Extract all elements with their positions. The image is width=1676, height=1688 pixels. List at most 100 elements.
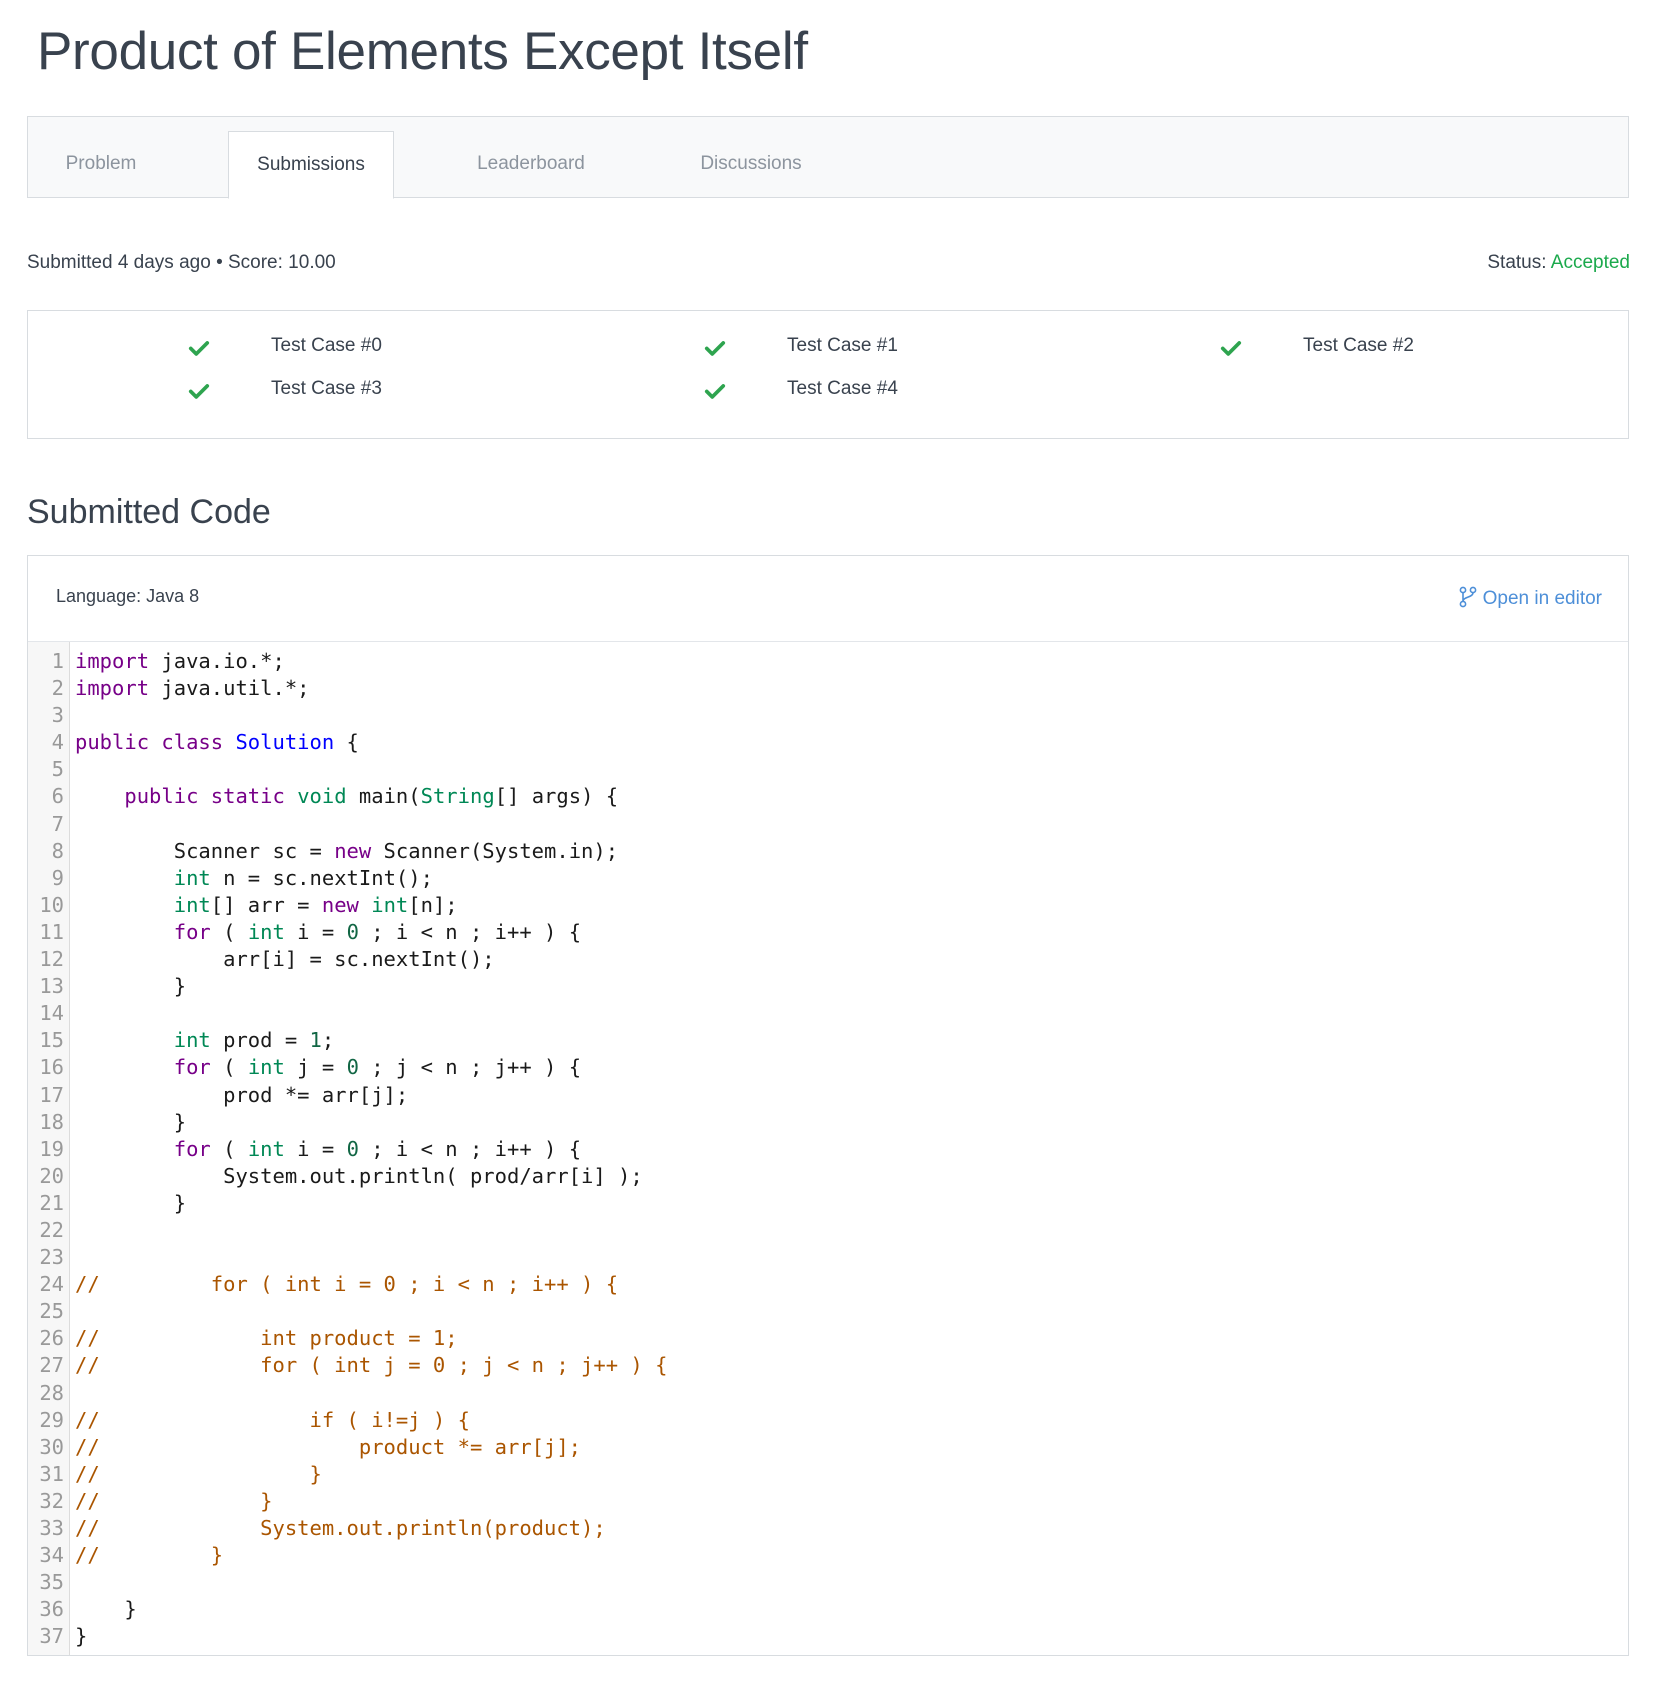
- test-case-label: Test Case #4: [787, 378, 898, 399]
- code-text: }: [75, 974, 187, 999]
- code-line: 6 public static void main(String[] args)…: [28, 783, 1628, 810]
- code-line: 22: [28, 1217, 1628, 1244]
- code-line: 18 }: [28, 1109, 1628, 1136]
- tab-discussions[interactable]: Discussions: [668, 131, 834, 199]
- line-number: 7: [51, 811, 64, 836]
- line-number: 26: [39, 1326, 64, 1351]
- code-line: 28: [28, 1380, 1628, 1407]
- code-line: 27 // for ( int j = 0 ; j < n ; j++ ) {: [28, 1352, 1628, 1379]
- code-line: 10 int[] arr = new int[n];: [28, 892, 1628, 919]
- line-number: 24: [39, 1272, 64, 1297]
- line-number: 8: [51, 838, 64, 863]
- code-line: 4 public class Solution {: [28, 729, 1628, 756]
- code-line: 14: [28, 1000, 1628, 1027]
- code-text: // for ( int j = 0 ; j < n ; j++ ) {: [75, 1353, 668, 1378]
- code-line: 36 }: [28, 1596, 1628, 1623]
- line-number: 9: [51, 865, 64, 890]
- line-number: 28: [39, 1380, 64, 1405]
- open-in-editor-link[interactable]: Open in editor: [1459, 586, 1602, 610]
- code-text: for ( int i = 0 ; i < n ; i++ ) {: [173, 1136, 582, 1161]
- code-line: 31 // }: [28, 1461, 1628, 1488]
- code-text: }: [75, 1624, 88, 1649]
- code-text: public class Solution {: [75, 730, 359, 755]
- test-case-label: Test Case #3: [271, 378, 382, 399]
- line-number: 31: [39, 1461, 64, 1486]
- code-line: 12 arr[i] = sc.nextInt();: [28, 946, 1628, 973]
- code-text: }: [75, 1597, 137, 1622]
- line-number: 20: [39, 1163, 64, 1188]
- code-text: // System.out.println(product);: [75, 1516, 606, 1540]
- code-line: 35: [28, 1569, 1628, 1596]
- code-text: // }: [75, 1488, 273, 1513]
- code-text: // product *= arr[j];: [75, 1434, 582, 1459]
- code-line: 15 int prod = 1;: [28, 1027, 1628, 1054]
- code-text: for ( int j = 0 ; j < n ; j++ ) {: [173, 1055, 582, 1080]
- line-number: 18: [39, 1109, 64, 1134]
- code-line: 13 }: [28, 973, 1628, 1000]
- line-number: 15: [39, 1028, 64, 1053]
- code-panel-header: Language: Java 8 Open in editor: [28, 556, 1628, 642]
- code-line: 29 // if ( i!=j ) {: [28, 1407, 1628, 1434]
- line-number: 12: [39, 947, 64, 972]
- code-line: 37}: [28, 1623, 1628, 1650]
- code-text: public static void main(String[] args) {: [124, 784, 619, 809]
- test-case-label: Test Case #2: [1303, 335, 1414, 356]
- test-case-label: Test Case #1: [787, 335, 898, 356]
- check-icon: [188, 384, 210, 399]
- code-line: 32 // }: [28, 1488, 1628, 1515]
- line-number: 3: [51, 703, 64, 728]
- code-text: arr[i] = sc.nextInt();: [75, 947, 495, 972]
- code-line: 9 int n = sc.nextInt();: [28, 865, 1628, 892]
- line-number: 5: [51, 757, 64, 782]
- code-lines: 1 import java.io.*; 2 import java.util.*; 3 4…: [28, 648, 1628, 1650]
- line-number: 14: [39, 1001, 64, 1026]
- line-number: 1: [51, 649, 64, 673]
- code-line: 30 // product *= arr[j];: [28, 1434, 1628, 1461]
- code-viewer[interactable]: 1 import java.io.*; 2 import java.util.*; 3 4…: [28, 642, 1628, 1655]
- language-label: Language: Java 8: [56, 586, 200, 606]
- code-line: 24 // for ( int i = 0 ; i < n ; i++ ) {: [28, 1271, 1628, 1298]
- code-line: 7: [28, 811, 1628, 838]
- code-line: 17 prod *= arr[j];: [28, 1082, 1628, 1109]
- code-text: // int product = 1;: [75, 1326, 458, 1351]
- code-text: Scanner sc = new Scanner(System.in);: [75, 838, 619, 863]
- code-line: 2 import java.util.*;: [28, 675, 1628, 702]
- code-text: // }: [75, 1461, 322, 1486]
- code-text: int[] arr = new int[n];: [173, 892, 458, 917]
- code-text: prod *= arr[j];: [75, 1082, 409, 1107]
- code-line: 23: [28, 1244, 1628, 1271]
- code-line: 21 }: [28, 1190, 1628, 1217]
- line-number: 32: [39, 1488, 64, 1513]
- code-line: 26 // int product = 1;: [28, 1325, 1628, 1352]
- branch-icon: [1459, 586, 1477, 608]
- line-number: 34: [39, 1543, 64, 1568]
- status-label: Status:: [1487, 252, 1547, 273]
- line-number: 29: [39, 1407, 64, 1432]
- line-number: 35: [39, 1570, 64, 1595]
- line-number: 36: [39, 1597, 64, 1622]
- line-number: 19: [39, 1136, 64, 1161]
- status-badge: Accepted: [1550, 252, 1630, 273]
- submission-status: Status: Accepted: [1487, 252, 1630, 274]
- code-line: 33 // System.out.println(product);: [28, 1515, 1628, 1542]
- line-number: 2: [51, 676, 64, 701]
- line-number: 27: [39, 1353, 64, 1378]
- page-title: Product of Elements Except Itself: [37, 22, 808, 81]
- tab-submissions[interactable]: Submissions: [228, 131, 394, 199]
- line-number: 30: [39, 1434, 64, 1459]
- code-line: 11 for ( int i = 0 ; i < n ; i++ ) {: [28, 919, 1628, 946]
- check-icon: [1220, 341, 1242, 356]
- tab-problem[interactable]: Problem: [28, 131, 174, 199]
- code-text: int n = sc.nextInt();: [173, 865, 433, 890]
- code-line: 20 System.out.println( prod/arr[i] );: [28, 1163, 1628, 1190]
- code-text: }: [75, 1109, 187, 1134]
- code-text: for ( int i = 0 ; i < n ; i++ ) {: [173, 919, 582, 944]
- code-line: 34 // }: [28, 1542, 1628, 1569]
- tab-bar: Problem Submissions Leaderboard Discussi…: [27, 116, 1629, 199]
- line-number: 11: [39, 919, 64, 944]
- tab-leaderboard[interactable]: Leaderboard: [448, 131, 614, 199]
- code-text: // for ( int i = 0 ; i < n ; i++ ) {: [75, 1272, 619, 1297]
- code-text: }: [75, 1190, 187, 1215]
- test-cases-panel: Test Case #0 Test Case #1 Test Case #2 T…: [27, 310, 1629, 439]
- code-text: // if ( i!=j ) {: [75, 1407, 470, 1432]
